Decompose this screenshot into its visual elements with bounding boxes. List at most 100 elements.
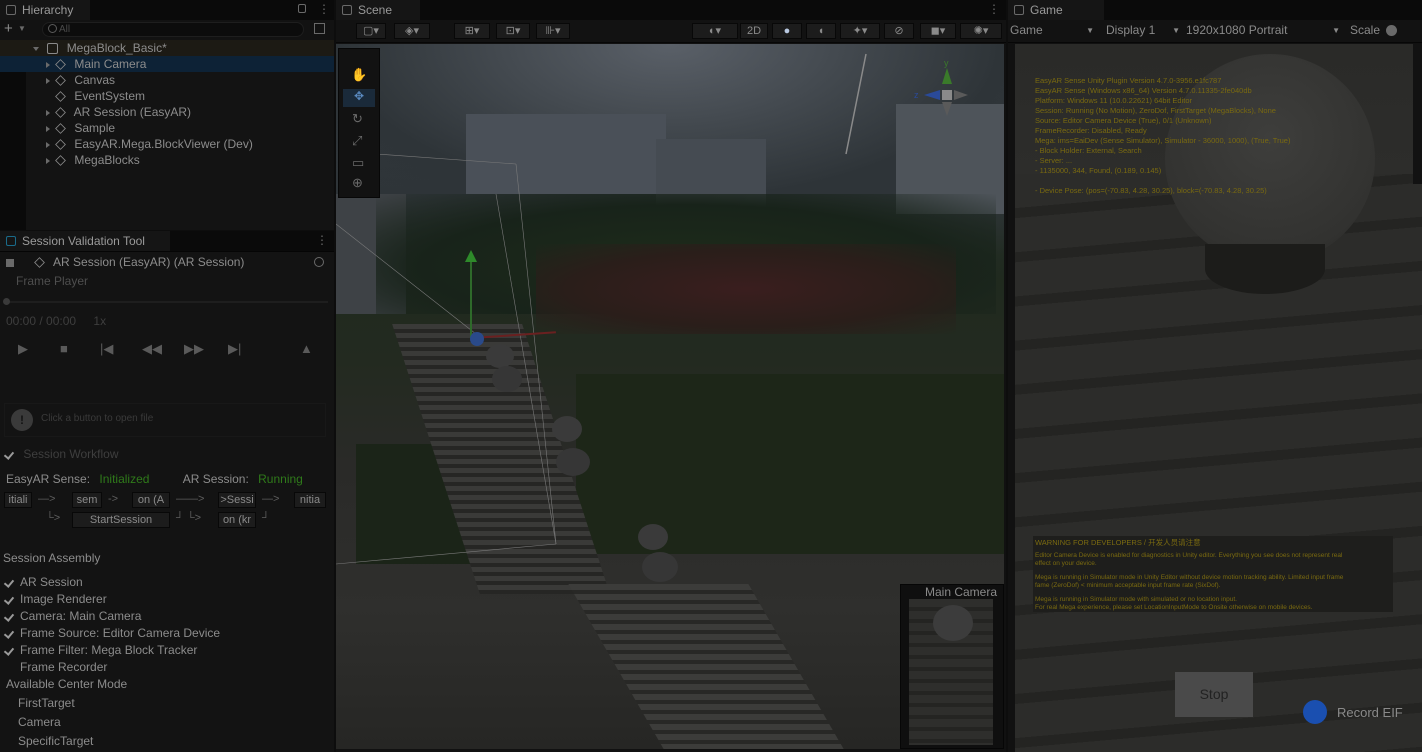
hand-tool-icon[interactable]: ✋ bbox=[351, 67, 367, 83]
move-gizmo-y-arrow[interactable] bbox=[465, 250, 477, 262]
tab-session-validation-tool[interactable]: Session Validation Tool bbox=[0, 231, 170, 251]
skip-end-icon[interactable]: ▶| bbox=[228, 341, 241, 357]
session-object-field[interactable]: AR Session (EasyAR) (AR Session) bbox=[0, 254, 334, 270]
stop-button[interactable]: Stop bbox=[1175, 672, 1253, 717]
shading-mode-button[interactable]: ◐▾ bbox=[692, 23, 738, 39]
mode-2d-button[interactable]: 2D bbox=[740, 23, 768, 39]
move-tool-icon[interactable]: ✥ bbox=[343, 89, 375, 107]
tab-game[interactable]: Game bbox=[1008, 0, 1104, 20]
scene-visibility-icon[interactable] bbox=[314, 23, 325, 34]
effects-button[interactable]: ✦▾ bbox=[840, 23, 880, 39]
hierarchy-item-megablocks[interactable]: MegaBlocks bbox=[0, 152, 334, 168]
assembly-item-label: AR Session bbox=[20, 575, 83, 589]
easyar-icon bbox=[6, 236, 16, 246]
lighting-toggle-icon[interactable]: ● bbox=[772, 23, 802, 39]
center-mode-title: Available Center Mode bbox=[6, 677, 128, 691]
workflow-step-6[interactable]: on (kr bbox=[218, 512, 256, 528]
draw-mode-button[interactable]: ▢▾ bbox=[356, 23, 386, 39]
hierarchy-item-eventsystem[interactable]: EventSystem bbox=[0, 88, 334, 104]
record-eif-toggle[interactable]: Record EIF bbox=[1303, 698, 1413, 724]
axis-neg-cone bbox=[942, 102, 952, 116]
move-gizmo-y-axis[interactable] bbox=[470, 254, 472, 338]
mascot-model bbox=[556, 448, 590, 476]
expand-arrow-icon[interactable] bbox=[46, 77, 50, 84]
workflow-step-2[interactable]: sem bbox=[72, 492, 102, 508]
assembly-item-frame-recorder: Frame Recorder bbox=[0, 659, 334, 675]
hidden-objects-icon[interactable]: ⊘ bbox=[884, 23, 914, 39]
audio-toggle-icon[interactable]: ◖ bbox=[806, 23, 836, 39]
workflow-arrow: —> bbox=[38, 493, 56, 505]
workflow-step-4[interactable]: >Sessi bbox=[218, 492, 256, 508]
play-icon[interactable]: ▶ bbox=[18, 341, 28, 357]
gizmos-button[interactable]: ✺▾ bbox=[960, 23, 1002, 39]
display-mode-dropdown[interactable]: Game ▼ bbox=[1010, 22, 1096, 39]
workflow-step-3[interactable]: on (A bbox=[132, 492, 170, 508]
expand-arrow-icon[interactable] bbox=[46, 61, 50, 68]
start-session-button[interactable]: StartSession bbox=[72, 512, 170, 528]
file-hint-box: ! Click a button to open file bbox=[4, 403, 326, 437]
scene-viewport[interactable]: ✋ ✥ ↻ ⤢ ▭ ⊕ y z Main Camera bbox=[336, 44, 1004, 749]
hierarchy-item-label: Main Camera bbox=[74, 57, 147, 71]
check-icon bbox=[4, 646, 14, 656]
move-gizmo-center[interactable] bbox=[470, 332, 484, 346]
scale-slider-handle[interactable] bbox=[1386, 25, 1397, 36]
transform-tool-icon[interactable]: ⊕ bbox=[352, 175, 363, 191]
hierarchy-item-blockviewer[interactable]: EasyAR.Mega.BlockViewer (Dev) bbox=[0, 136, 334, 152]
orientation-gizmo[interactable]: y z bbox=[912, 58, 982, 130]
add-icon[interactable]: + bbox=[4, 20, 13, 37]
assembly-item-ar-session: AR Session bbox=[0, 574, 334, 590]
scale-tool-icon[interactable]: ⤢ bbox=[352, 133, 362, 149]
workflow-arrow: ——> bbox=[176, 493, 205, 505]
game-viewport[interactable]: EasyAR Sense Unity Plugin Version 4.7.0-… bbox=[1015, 44, 1422, 752]
expand-arrow-icon[interactable] bbox=[46, 141, 50, 148]
workflow-step-5[interactable]: nitia bbox=[294, 492, 326, 508]
target-icon[interactable] bbox=[314, 257, 324, 267]
snap-increment-button[interactable]: ⊡▾ bbox=[496, 23, 530, 39]
debug-line: - Device Pose: (pos=(-70.83, 4.28, 30.25… bbox=[1035, 186, 1267, 195]
hierarchy-item-label: Sample bbox=[74, 121, 116, 135]
resolution-dropdown[interactable]: 1920x1080 Portrait ▼ bbox=[1186, 22, 1340, 39]
workflow-step-1[interactable]: itiali bbox=[4, 492, 32, 508]
expand-arrow-icon[interactable] bbox=[46, 109, 50, 116]
grid-snap-button[interactable]: ⊞▾ bbox=[454, 23, 490, 39]
expand-arrow-icon[interactable] bbox=[46, 157, 50, 164]
session-workflow-header[interactable]: Session Workflow bbox=[0, 446, 334, 462]
rotate-tool-icon[interactable]: ↻ bbox=[352, 111, 363, 127]
timeline-handle[interactable] bbox=[3, 298, 10, 305]
camera-preview: Main Camera bbox=[900, 584, 1004, 749]
hierarchy-item-ar-session[interactable]: AR Session (EasyAR) bbox=[0, 104, 334, 120]
display-dropdown[interactable]: Display 1 ▼ bbox=[1106, 22, 1180, 39]
scene-root-row[interactable]: MegaBlock_Basic* bbox=[0, 40, 334, 56]
timeline-slider[interactable] bbox=[3, 298, 328, 305]
gizmo-cube bbox=[942, 90, 952, 100]
expand-arrow-icon[interactable] bbox=[46, 125, 50, 132]
hierarchy-item-canvas[interactable]: Canvas bbox=[0, 72, 334, 88]
frame-player-header[interactable]: Frame Player bbox=[0, 273, 334, 289]
mascot-model bbox=[638, 524, 668, 550]
stop-button-label: Stop bbox=[1199, 686, 1229, 702]
lock-icon[interactable] bbox=[298, 4, 306, 13]
ruler-button[interactable]: ⊪▾ bbox=[536, 23, 570, 39]
eject-icon[interactable]: ▲ bbox=[300, 341, 313, 356]
cube-icon bbox=[34, 257, 46, 269]
more-options-icon[interactable]: ⋮ bbox=[988, 2, 1000, 16]
more-options-icon[interactable]: ⋮ bbox=[318, 2, 330, 16]
tab-hierarchy[interactable]: Hierarchy bbox=[0, 0, 90, 20]
more-options-icon[interactable]: ⋮ bbox=[316, 233, 328, 247]
center-mode-item: Camera bbox=[0, 714, 334, 730]
expand-arrow-icon[interactable] bbox=[33, 46, 39, 51]
camera-settings-button[interactable]: ◼▾ bbox=[920, 23, 956, 39]
center-mode-label: SpecificTarget bbox=[18, 734, 94, 748]
assembly-item-label: Camera: Main Camera bbox=[20, 609, 142, 623]
hierarchy-item-main-camera[interactable]: Main Camera bbox=[0, 56, 334, 72]
tab-scene[interactable]: Scene bbox=[336, 0, 420, 20]
rewind-icon[interactable]: ◀◀ bbox=[142, 341, 162, 357]
gizmo-handle-button[interactable]: ◈▾ bbox=[394, 23, 430, 39]
stop-icon[interactable]: ■ bbox=[60, 341, 68, 356]
fast-forward-icon[interactable]: ▶▶ bbox=[184, 341, 204, 357]
rect-tool-icon[interactable]: ▭ bbox=[352, 155, 364, 171]
hierarchy-item-sample[interactable]: Sample bbox=[0, 120, 334, 136]
hierarchy-gutter bbox=[0, 72, 26, 230]
skip-start-icon[interactable]: |◀ bbox=[100, 341, 113, 357]
hierarchy-search-input[interactable]: All bbox=[42, 22, 304, 37]
